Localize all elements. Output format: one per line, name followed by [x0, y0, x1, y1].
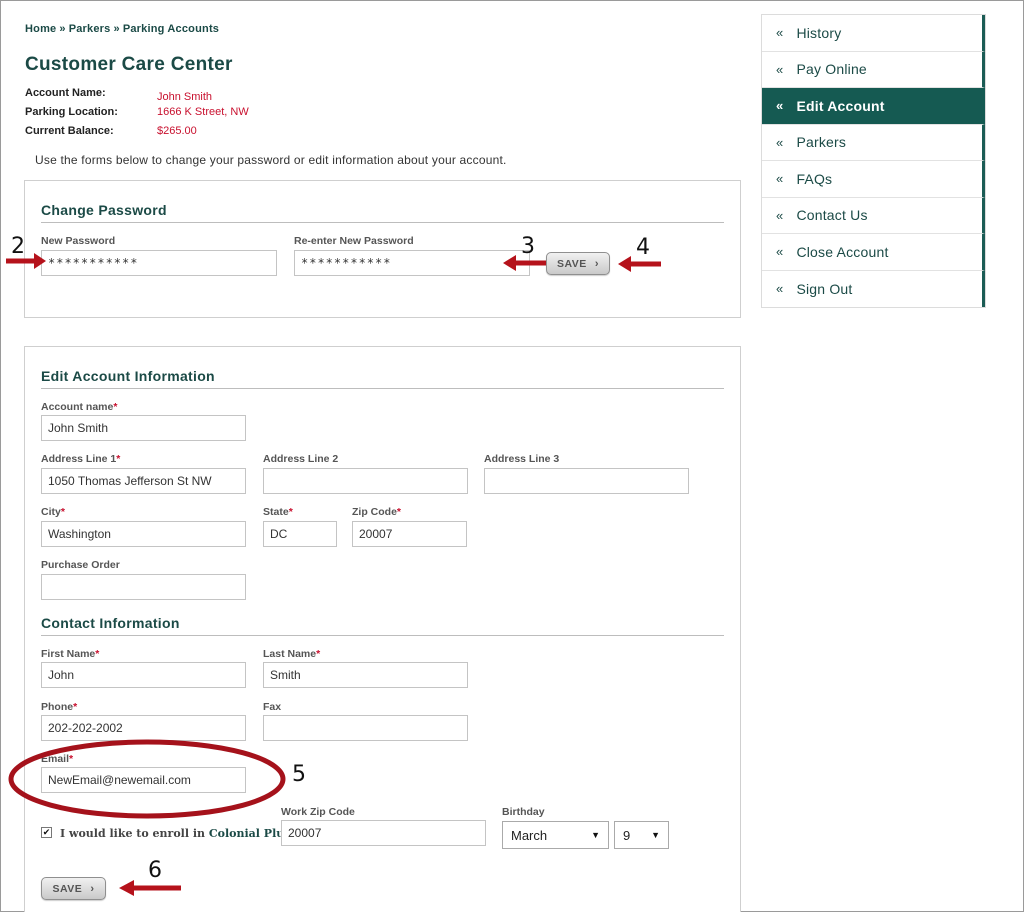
annotation-number: 2 — [11, 234, 25, 259]
annotation-number: 3 — [521, 234, 535, 259]
highlight-ellipse — [8, 739, 286, 819]
annotation-number: 6 — [148, 858, 162, 883]
annotation-number: 5 — [292, 762, 306, 787]
annotation-overlay — [6, 253, 661, 896]
annotation-number: 4 — [636, 235, 650, 260]
